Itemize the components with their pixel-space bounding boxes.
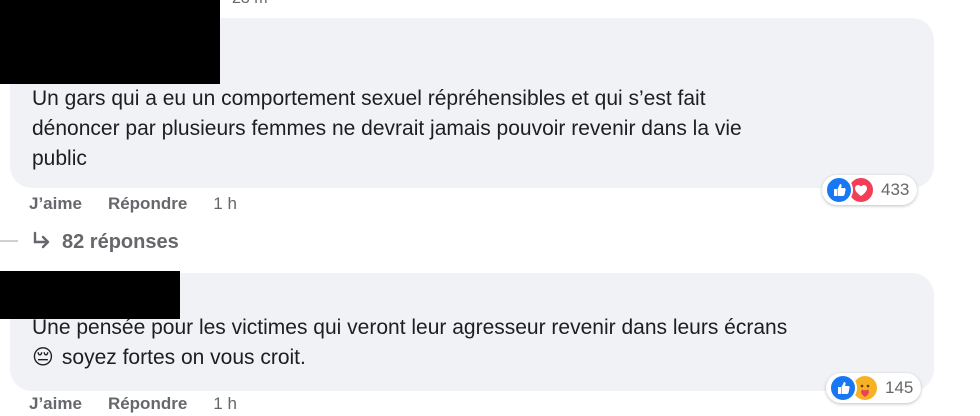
replies-count-label: 82 réponses	[62, 230, 179, 253]
reaction-count-1: 433	[881, 180, 910, 199]
like-button-2[interactable]: J’aime	[29, 394, 82, 414]
comment-2-text-line-2-wrap: 😔 soyez fortes on vous croit.	[32, 343, 904, 373]
comment-actions-1: J’aime Répondre 1 h	[29, 194, 237, 214]
reply-button-1[interactable]: Répondre	[108, 194, 187, 214]
pensive-emoji: 😔	[32, 346, 54, 369]
comment-1-text-line-2: dénoncer par plusieurs femmes ne devrait…	[32, 117, 742, 140]
reaction-summary-1[interactable]: 433	[822, 175, 918, 205]
thread-line	[0, 240, 18, 242]
comment-time-1[interactable]: 1 h	[213, 194, 237, 214]
comment-actions-2: J’aime Répondre 1 h	[29, 394, 237, 414]
previous-comment-time: 23 m	[232, 0, 268, 8]
comment-1-text-line-1: Un gars qui a eu un comportement sexuel …	[32, 87, 706, 110]
redacted-author-1	[0, 0, 220, 84]
comment-1-text-line-3: public	[32, 147, 87, 170]
view-replies-link[interactable]: 82 réponses	[30, 230, 179, 254]
like-icon	[829, 374, 857, 402]
reaction-count-2: 145	[885, 378, 914, 397]
like-button-1[interactable]: J’aime	[29, 194, 82, 214]
reply-button-2[interactable]: Répondre	[108, 394, 187, 414]
reaction-summary-2[interactable]: 145	[826, 373, 922, 403]
redacted-author-2	[0, 271, 180, 319]
like-icon	[825, 176, 853, 204]
reply-arrow-icon	[30, 230, 54, 254]
comment-2-text-line-2: soyez fortes on vous croit.	[61, 346, 306, 369]
comment-time-2[interactable]: 1 h	[213, 394, 237, 414]
